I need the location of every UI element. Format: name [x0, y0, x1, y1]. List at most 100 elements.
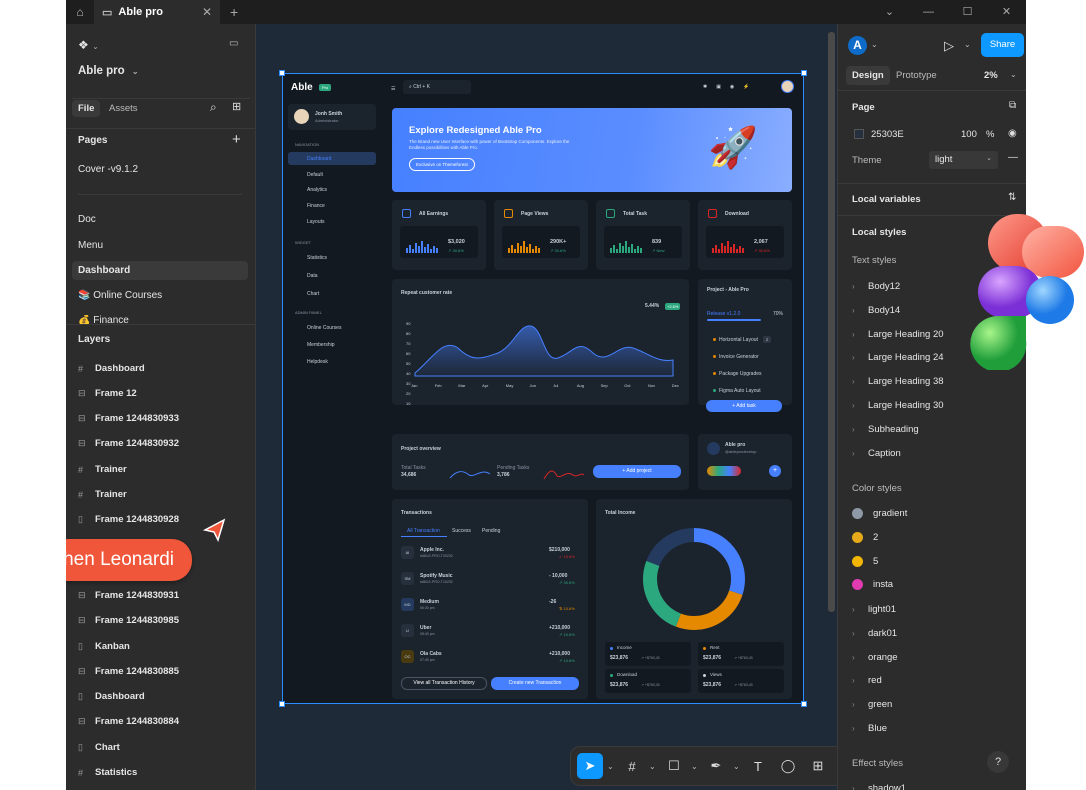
eye-icon[interactable]: ◉ — [1008, 128, 1017, 139]
page-color-swatch[interactable] — [854, 129, 864, 139]
layer-item[interactable]: ⊟ Frame 1244830932 — [78, 438, 179, 449]
color-style-item[interactable]: insta — [852, 579, 893, 591]
layer-item[interactable]: ⊟ Frame 1244830931 — [78, 590, 179, 601]
resize-handle[interactable] — [801, 70, 807, 76]
effect-style-item[interactable]: › shadow1 — [852, 784, 906, 790]
layer-item[interactable]: ⊟ Frame 1244830884 — [78, 716, 179, 727]
color-group-item[interactable]: › Blue — [852, 723, 887, 734]
prototype-tab[interactable]: Prototype — [896, 70, 937, 81]
page-item[interactable]: Menu — [78, 240, 103, 251]
chevron-down-icon[interactable]: ⌄ — [964, 40, 971, 49]
home-icon[interactable]: ⌂ — [66, 0, 94, 24]
chevron-down-icon[interactable]: ⌄ — [607, 762, 615, 771]
chevron-down-icon[interactable]: ⌄ — [870, 0, 909, 24]
styles-icon[interactable]: ⧉ — [1009, 100, 1016, 111]
color-group-item[interactable]: › light01 — [852, 604, 896, 615]
figma-menu-icon[interactable]: ❖ ⌄ — [78, 38, 99, 52]
design-stat-bar — [535, 246, 537, 253]
layer-item[interactable]: # Statistics — [78, 767, 137, 778]
move-tool-icon[interactable]: ➤ — [577, 753, 603, 779]
page-item[interactable]: Dashboard — [78, 265, 130, 276]
design-tab[interactable]: Design — [846, 66, 890, 85]
close-window-icon[interactable]: ✕ — [987, 0, 1026, 24]
color-group-item[interactable]: › green — [852, 699, 892, 710]
color-group-item[interactable]: › dark01 — [852, 628, 897, 639]
resize-handle[interactable] — [801, 701, 807, 707]
frame-tool-icon[interactable]: # — [619, 753, 645, 779]
new-tab-icon[interactable]: + — [230, 4, 238, 20]
text-tool-icon[interactable]: T — [745, 753, 771, 779]
chevron-down-icon[interactable]: ⌄ — [649, 762, 657, 771]
help-icon[interactable]: ? — [987, 751, 1009, 773]
text-style-item[interactable]: › Large Heading 38 — [852, 376, 944, 387]
design-income-label: Income — [617, 645, 632, 650]
chevron-right-icon: › — [852, 401, 855, 410]
layer-item[interactable]: # Trainer — [78, 489, 127, 500]
color-style-item[interactable]: gradient — [852, 508, 907, 519]
minus-icon[interactable]: — — [1008, 152, 1018, 163]
present-icon[interactable]: ▷ — [944, 38, 954, 54]
text-style-item[interactable]: › Subheading — [852, 424, 919, 435]
text-style-item[interactable]: › Large Heading 30 — [852, 400, 944, 411]
layer-item[interactable]: ▯ Kanban — [78, 641, 130, 652]
library-icon[interactable]: ⊞ — [232, 100, 241, 113]
user-avatar[interactable]: A — [848, 36, 867, 55]
minimize-icon[interactable]: — — [909, 0, 948, 24]
text-style-item[interactable]: › Body14 — [852, 305, 900, 316]
chevron-down-icon[interactable]: ⌄ — [871, 40, 878, 49]
add-page-icon[interactable]: + — [232, 131, 241, 148]
text-style-item[interactable]: › Caption — [852, 448, 901, 459]
layer-item[interactable]: ▯ Chart — [78, 742, 120, 753]
layer-item[interactable]: # Trainer — [78, 464, 127, 475]
text-style-item[interactable]: › Large Heading 24 — [852, 352, 944, 363]
close-icon[interactable]: ✕ — [202, 5, 212, 19]
layer-item[interactable]: ⊟ Frame 1244830933 — [78, 413, 179, 424]
search-icon[interactable]: ⌕ — [210, 100, 217, 115]
text-style-item[interactable]: › Body12 — [852, 281, 900, 292]
pen-tool-icon[interactable]: ✒ — [703, 753, 729, 779]
share-button[interactable]: Share — [981, 33, 1024, 57]
file-panel-tab[interactable]: File — [72, 100, 101, 117]
page-item[interactable]: Cover -v9.1.2 — [78, 164, 138, 175]
page-item[interactable]: 📚 Online Courses — [78, 290, 162, 301]
layer-item[interactable]: ⊟ Frame 1244830885 — [78, 666, 179, 677]
rectangle-tool-icon[interactable]: ☐ — [661, 753, 687, 779]
color-style-item[interactable]: 5 — [852, 555, 878, 567]
color-group-item[interactable]: › orange — [852, 652, 898, 663]
theme-select[interactable]: light ⌄ — [929, 151, 998, 169]
project-name[interactable]: Able pro ⌄ — [78, 65, 139, 77]
resize-handle[interactable] — [279, 70, 285, 76]
canvas[interactable]: Able Pro ☰ ⌕ Ctrl + K ✱▣◉⚡ Jonh Smith Ad… — [256, 24, 902, 790]
dashboard-frame[interactable]: Able Pro ☰ ⌕ Ctrl + K ✱▣◉⚡ Jonh Smith Ad… — [282, 73, 804, 704]
actions-tool-icon[interactable]: ⊞ — [805, 753, 831, 779]
design-x-tick: Jan — [411, 383, 418, 388]
text-style-item[interactable]: › Large Heading 20 — [852, 329, 944, 340]
local-variables-heading[interactable]: Local variables — [852, 194, 921, 205]
chevron-down-icon[interactable]: ⌄ — [733, 762, 741, 771]
page-color-value[interactable]: 25303E — [871, 129, 904, 140]
design-stat-delta: ↗ 30.6% — [448, 248, 464, 253]
layer-item[interactable]: ▯ Frame 1244830928 — [78, 514, 179, 525]
assets-panel-tab[interactable]: Assets — [109, 103, 138, 114]
page-item[interactable]: Doc — [78, 214, 96, 225]
layer-item[interactable]: ⊟ Frame 1244830985 — [78, 615, 179, 626]
zoom-level[interactable]: 2% — [984, 70, 998, 81]
file-tab[interactable]: ▭ Able pro ✕ — [94, 0, 220, 24]
layer-item[interactable]: ▯ Dashboard — [78, 691, 145, 702]
comment-tool-icon[interactable]: ◯ — [775, 753, 801, 779]
page-opacity-value[interactable]: 100 — [961, 129, 977, 140]
canvas-scrollbar[interactable] — [828, 32, 835, 612]
chevron-down-icon[interactable]: ⌄ — [691, 762, 699, 771]
variables-icon[interactable]: ⇅ — [1008, 192, 1016, 203]
layer-item[interactable]: ⊟ Frame 12 — [78, 388, 137, 399]
chevron-right-icon: › — [852, 424, 855, 434]
maximize-icon[interactable]: ☐ — [948, 0, 987, 24]
sidebar-toggle-icon[interactable]: ▭ — [229, 38, 238, 49]
chevron-down-icon[interactable]: ⌄ — [1010, 70, 1017, 79]
color-style-item[interactable]: 2 — [852, 531, 878, 543]
layer-item[interactable]: # Dashboard — [78, 363, 145, 374]
design-tx-delta: ↗ 30.6% — [559, 580, 575, 585]
page-item[interactable]: 💰 Finance — [78, 315, 129, 324]
resize-handle[interactable] — [279, 701, 285, 707]
color-group-item[interactable]: › red — [852, 675, 882, 686]
